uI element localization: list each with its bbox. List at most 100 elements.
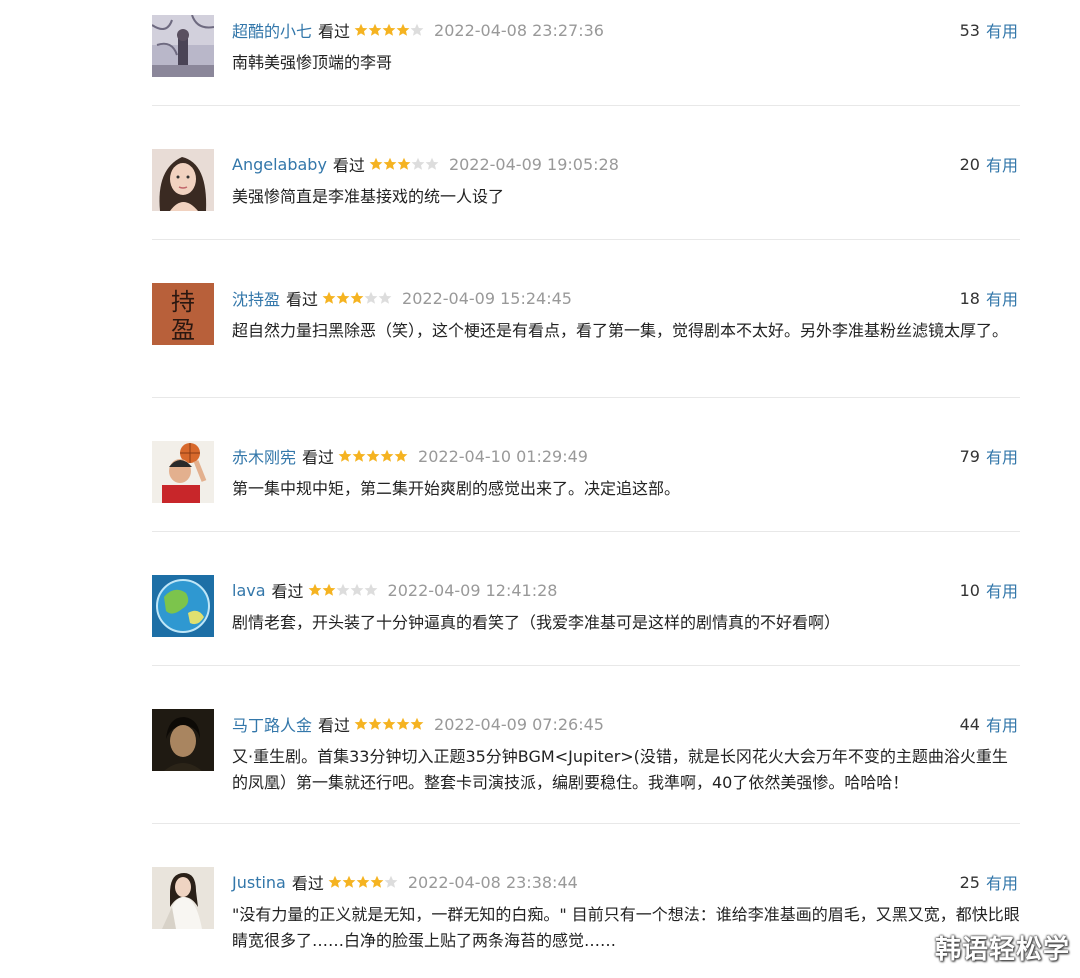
comment-time[interactable]: 2022-04-08 23:38:44 [408,873,578,892]
comment-time[interactable]: 2022-04-09 12:41:28 [388,581,558,600]
useful-button[interactable]: 有用 [986,870,1018,894]
username-link[interactable]: 沈持盈 [232,286,280,310]
comment-info: 赤木刚宪 看过 2022-04-10 01:29:49 [232,443,588,469]
watch-status: 看过 [318,716,351,735]
useful-button[interactable]: 有用 [986,286,1018,310]
comment-text: 南韩美强惨顶端的李哥 [232,53,393,72]
comment-info: Justina 看过 2022-04-08 23:38:44 [232,869,578,895]
star-filled-icon [382,717,396,730]
vote-area: 79 有用 [960,443,1018,469]
comment-text: 又·重生剧。首集33分钟切入正题35分钟BGM<Jupiter>(没错，就是长冈… [232,747,1008,792]
star-rating [338,449,408,463]
star-filled-icon [396,717,410,730]
divider [152,665,1020,666]
svg-text:持: 持 [171,288,195,316]
star-filled-icon [322,291,336,304]
calligraphy-avatar[interactable]: 持 盈 [152,283,214,345]
comment-time[interactable]: 2022-04-10 01:29:49 [418,447,588,466]
star-rating [354,717,424,731]
vote-count: 20 [959,154,980,174]
star-empty-icon [378,291,392,304]
basketball-player-avatar[interactable] [152,441,214,503]
watch-status: 看过 [271,582,304,601]
star-rating [354,23,424,37]
star-filled-icon [368,717,382,730]
star-empty-icon [350,583,363,596]
useful-button[interactable]: 有用 [986,152,1018,176]
useful-button[interactable]: 有用 [986,18,1018,42]
star-empty-icon [384,875,398,888]
comment-text: 剧情老套，开头装了十分钟逼真的看笑了（我爱李准基可是这样的剧情真的不好看啊） [232,613,841,632]
vote-count: 10 [959,580,980,600]
username-link[interactable]: Justina [232,873,286,892]
vote-count: 18 [959,288,980,308]
star-filled-icon [308,583,321,596]
star-empty-icon [364,583,377,596]
star-empty-icon [364,291,378,304]
username-link[interactable]: 赤木刚宪 [232,444,296,468]
comment-time[interactable]: 2022-04-09 15:24:45 [402,289,572,308]
useful-button[interactable]: 有用 [986,712,1018,736]
star-filled-icon [328,875,342,888]
watch-status: 看过 [332,156,365,175]
divider [152,531,1020,532]
star-filled-icon [397,157,411,170]
star-filled-icon [338,449,352,462]
comment-info: 马丁路人金 看过 2022-04-09 07:26:45 [232,711,604,737]
vote-count: 25 [959,872,980,892]
star-filled-icon [368,23,382,36]
watch-status: 看过 [302,448,335,467]
useful-button[interactable]: 有用 [986,444,1018,468]
divider [152,823,1020,824]
star-filled-icon [356,875,370,888]
comment-text: "没有力量的正义就是无知，一群无知的白痴。" 目前只有一个想法：谁给李准基画的眉… [232,905,1020,950]
star-rating [308,583,378,597]
star-rating [328,875,398,889]
star-filled-icon [383,157,397,170]
woman-white-dress-avatar[interactable] [152,867,214,929]
vote-count: 79 [959,446,980,466]
tree-portrait-avatar[interactable] [152,15,214,77]
vote-count: 53 [959,20,980,40]
star-filled-icon [382,23,396,36]
username-link[interactable]: 马丁路人金 [232,712,312,736]
star-filled-icon [410,717,424,730]
watch-status: 看过 [291,874,324,893]
useful-button[interactable]: 有用 [986,578,1018,602]
comment-text: 第一集中规中矩，第二集开始爽剧的感觉出来了。决定追这部。 [232,479,681,498]
vote-count: 44 [959,714,980,734]
svg-text:盈: 盈 [171,316,195,344]
woman-portrait-avatar[interactable] [152,149,214,211]
star-empty-icon [425,157,439,170]
star-filled-icon [396,23,410,36]
comment-time[interactable]: 2022-04-08 23:27:36 [434,21,604,40]
star-filled-icon [366,449,380,462]
comment-info: 沈持盈 看过 2022-04-09 15:24:45 [232,285,572,311]
star-filled-icon [322,583,335,596]
vote-area: 10 有用 [960,577,1018,603]
star-rating [369,157,439,171]
comment-text: 超自然力量扫黑除恶（笑），这个梗还是有看点，看了第一集，觉得剧本不太好。另外李准… [232,321,1009,340]
star-filled-icon [394,449,408,462]
vote-area: 20 有用 [960,151,1018,177]
comment-time[interactable]: 2022-04-09 19:05:28 [449,155,619,174]
star-filled-icon [354,717,368,730]
star-empty-icon [336,583,349,596]
star-filled-icon [350,291,364,304]
divider [152,239,1020,240]
star-filled-icon [369,157,383,170]
username-link[interactable]: Angelababy [232,155,327,174]
star-filled-icon [342,875,356,888]
comment-info: Angelababy 看过 2022-04-09 19:05:28 [232,151,619,177]
star-empty-icon [410,23,424,36]
earth-globe-avatar[interactable] [152,575,214,637]
comment-time[interactable]: 2022-04-09 07:26:45 [434,715,604,734]
vote-area: 18 有用 [960,285,1018,311]
username-link[interactable]: 超酷的小七 [232,18,312,42]
vote-area: 44 有用 [960,711,1018,737]
man-portrait-avatar[interactable] [152,709,214,771]
star-filled-icon [336,291,350,304]
star-empty-icon [411,157,425,170]
username-link[interactable]: lava [232,581,266,600]
star-rating [322,291,392,305]
